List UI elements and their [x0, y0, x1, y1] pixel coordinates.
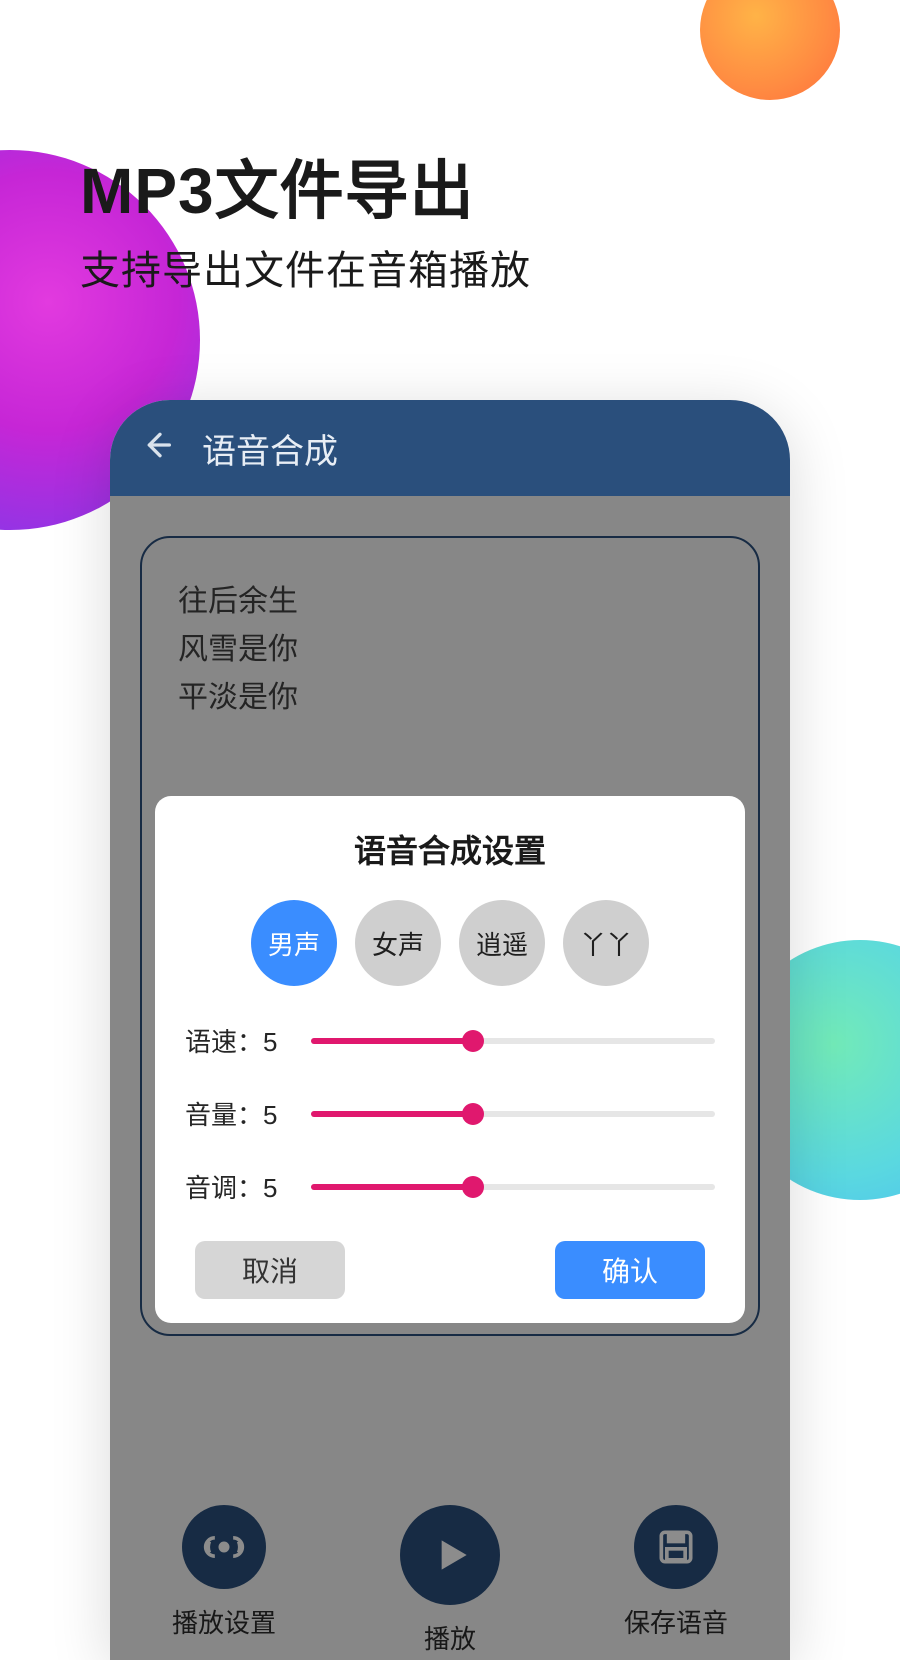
- headline: MP3文件导出 支持导出文件在音箱播放: [80, 140, 531, 296]
- page-title: MP3文件导出: [80, 140, 531, 232]
- phone-mockup: 语音合成 往后余生 风雪是你 平淡是你 播放设置 播放: [110, 400, 790, 1660]
- slider-label: 音量：5: [185, 1095, 295, 1132]
- voice-options: 男声 女声 逍遥 丫丫: [185, 900, 715, 986]
- slider-thumb[interactable]: [462, 1030, 484, 1052]
- voice-settings-dialog: 语音合成设置 男声 女声 逍遥 丫丫 语速：5 音量：5: [155, 796, 745, 1323]
- volume-slider-row: 音量：5: [185, 1095, 715, 1132]
- voice-option-yaya[interactable]: 丫丫: [563, 900, 649, 986]
- slider-fill: [311, 1184, 473, 1190]
- slider-fill: [311, 1038, 473, 1044]
- voice-option-male[interactable]: 男声: [251, 900, 337, 986]
- pitch-slider[interactable]: [311, 1184, 715, 1190]
- dialog-title: 语音合成设置: [185, 826, 715, 872]
- decorative-circle-orange: [700, 0, 840, 100]
- app-body: 往后余生 风雪是你 平淡是你 播放设置 播放 保存语音: [110, 496, 790, 1660]
- slider-label: 音调：5: [185, 1168, 295, 1205]
- page-subtitle: 支持导出文件在音箱播放: [80, 238, 531, 296]
- pitch-slider-row: 音调：5: [185, 1168, 715, 1205]
- speed-slider[interactable]: [311, 1038, 715, 1044]
- speed-slider-row: 语速：5: [185, 1022, 715, 1059]
- cancel-button[interactable]: 取消: [195, 1241, 345, 1299]
- slider-thumb[interactable]: [462, 1103, 484, 1125]
- voice-option-female[interactable]: 女声: [355, 900, 441, 986]
- slider-label: 语速：5: [185, 1022, 295, 1059]
- slider-fill: [311, 1111, 473, 1117]
- confirm-button[interactable]: 确认: [555, 1241, 705, 1299]
- slider-thumb[interactable]: [462, 1176, 484, 1198]
- back-arrow-icon[interactable]: [140, 428, 172, 468]
- app-header-title: 语音合成: [202, 424, 338, 473]
- voice-option-xiaoyao[interactable]: 逍遥: [459, 900, 545, 986]
- app-header: 语音合成: [110, 400, 790, 496]
- volume-slider[interactable]: [311, 1111, 715, 1117]
- dialog-buttons: 取消 确认: [185, 1241, 715, 1299]
